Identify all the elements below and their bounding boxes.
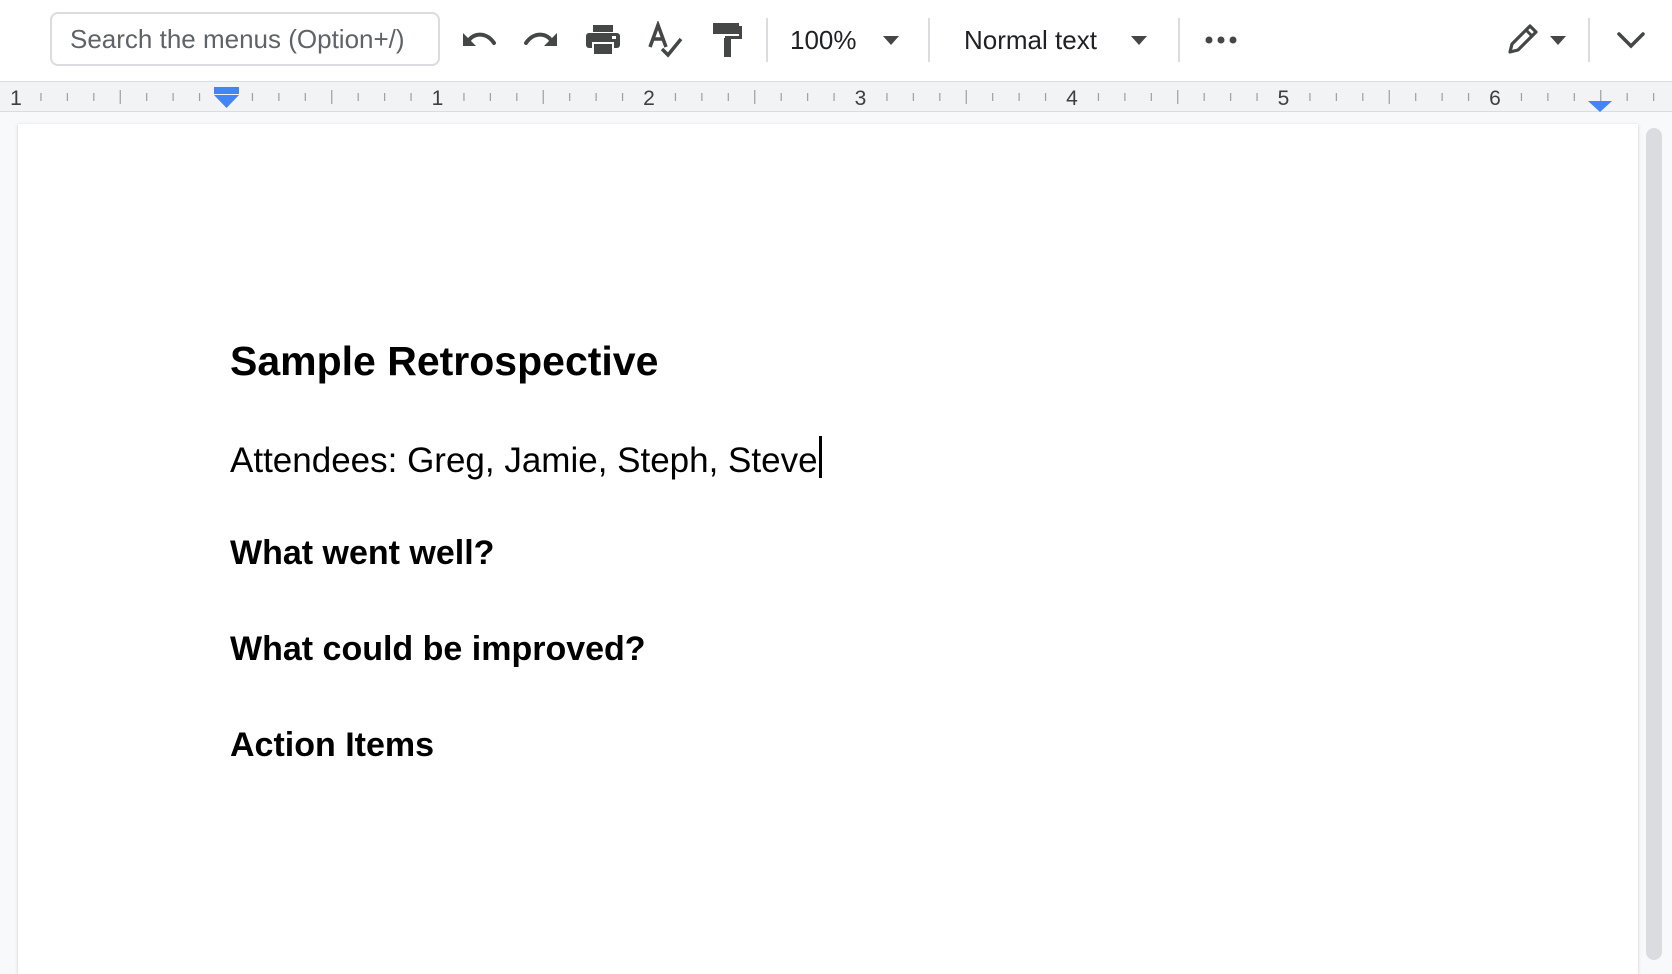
ruler-label: 4	[1066, 87, 1078, 110]
zoom-caret-icon	[882, 35, 899, 45]
redo-icon	[524, 32, 557, 46]
spellcheck-button[interactable]	[640, 14, 690, 66]
toolbar-divider	[766, 18, 768, 62]
paragraph-style-value: Normal text	[964, 24, 1097, 55]
left-indent-marker[interactable]	[214, 87, 239, 108]
undo-button[interactable]	[454, 14, 504, 66]
text-cursor	[818, 436, 822, 478]
ruler: 1 1 2 3 4 5 6	[0, 82, 1672, 112]
paint-format-icon	[713, 23, 742, 57]
search-menus-input[interactable]	[50, 12, 440, 66]
toolbar-divider	[1178, 18, 1180, 62]
toolbar-divider	[1588, 18, 1590, 62]
attendees-text: Attendees: Greg, Jamie, Steph, Steve	[230, 441, 818, 480]
document-title: Sample Retrospective	[230, 338, 659, 384]
paragraph-style-select[interactable]: Normal text	[964, 14, 1164, 66]
zoom-value: 100%	[790, 24, 857, 55]
redo-button[interactable]	[516, 14, 566, 66]
toolbar: 100% Normal text	[0, 0, 1672, 82]
more-options-button[interactable]	[1196, 14, 1246, 66]
pencil-icon	[1508, 24, 1538, 54]
print-icon	[586, 25, 620, 56]
chevron-down-icon	[1617, 32, 1645, 49]
attendees-line: Attendees: Greg, Jamie, Steph, Steve	[230, 436, 822, 481]
document-page[interactable]: Sample Retrospective Attendees: Greg, Ja…	[18, 124, 1638, 974]
editing-mode-caret-icon	[1550, 35, 1566, 45]
ruler-label: 1	[10, 87, 22, 110]
toolbar-divider	[928, 18, 930, 62]
ruler-label: 2	[643, 87, 655, 110]
hide-menus-button[interactable]	[1606, 14, 1656, 66]
ruler-label: 5	[1278, 87, 1290, 110]
style-caret-icon	[1130, 35, 1147, 45]
paint-format-button[interactable]	[702, 14, 752, 66]
scrollbar-thumb[interactable]	[1646, 128, 1662, 960]
heading-could-improve: What could be improved?	[230, 630, 646, 668]
spellcheck-icon	[648, 21, 683, 58]
ruler-label: 3	[855, 87, 867, 110]
right-indent-marker[interactable]	[1588, 101, 1612, 112]
more-icon	[1205, 36, 1237, 44]
zoom-select[interactable]: 100%	[790, 14, 920, 66]
heading-action-items: Action Items	[230, 726, 435, 764]
heading-went-well: What went well?	[230, 534, 495, 572]
ruler-label: 1	[432, 87, 444, 110]
ruler-label: 6	[1489, 87, 1501, 110]
print-button[interactable]	[578, 14, 628, 66]
editing-mode-button[interactable]	[1498, 14, 1572, 66]
ruler-scale: 1 1 2 3 4 5 6	[10, 87, 1655, 112]
undo-icon	[463, 32, 496, 46]
